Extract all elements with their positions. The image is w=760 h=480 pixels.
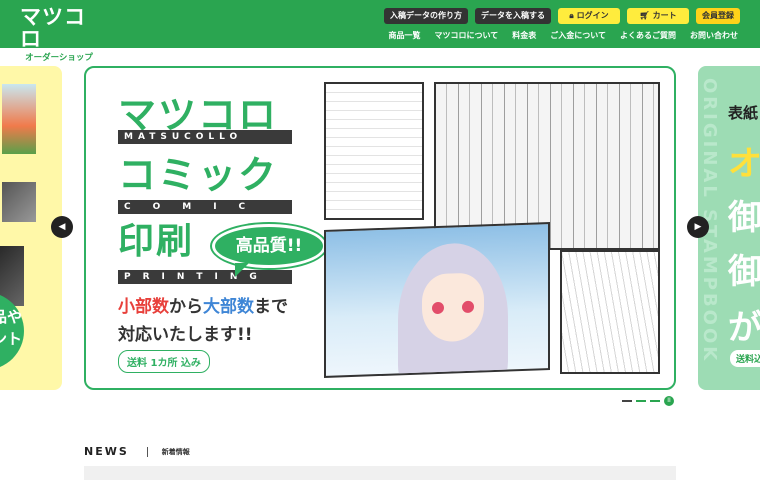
next-slide-text: 表紙 [728, 104, 759, 122]
news-subtitle: 新着情報 [161, 447, 190, 456]
shipping-included-tag: 送料 1カ所 込み [118, 350, 210, 373]
small-lot-text: 小部数 [118, 297, 169, 317]
manga-panel-building [324, 82, 424, 220]
data-guide-label: 入稿データの作り方 [390, 11, 462, 20]
next-slide-text: オ [728, 144, 760, 184]
slider-next-button[interactable]: ▶ [687, 216, 709, 238]
main-nav: 商品一覧 マツコロについて 料金表 ご入金について よくあるご質問 お問い合わせ [388, 30, 738, 41]
register-button[interactable]: 会員登録 [696, 8, 740, 24]
chevron-right-icon: ▶ [694, 222, 702, 232]
next-slide-text: が [728, 308, 760, 348]
data-guide-button[interactable]: 入稿データの作り方 [384, 8, 468, 24]
chevron-left-icon: ◀ [58, 222, 66, 232]
login-button[interactable]: 🔒︎ ログイン [558, 8, 620, 24]
upload-data-button[interactable]: データを入稿する [475, 8, 551, 24]
catch-copy-2: 対応いたします!! [118, 325, 253, 345]
manga-panel-girl [324, 222, 550, 378]
pager-dot[interactable] [636, 400, 646, 402]
news-header: NEWS 新着情報 [84, 445, 190, 458]
catch-text: から [169, 297, 203, 317]
cart-label: カート [652, 11, 677, 20]
slide-headline-2: コミック [118, 153, 279, 197]
manga-panel-forest [560, 250, 660, 374]
next-slide-text: 御 [728, 198, 760, 238]
cart-button[interactable]: 🛒︎ カート [627, 8, 689, 24]
site-header: マツコロ オーダーショップ 入稿データの作り方 データを入稿する 🔒︎ ログイン … [0, 0, 760, 64]
next-slide-tag: 送料込 [730, 350, 760, 367]
lock-icon: 🔒︎ [569, 11, 574, 20]
slide-headline-3: 印刷 [118, 221, 195, 262]
pause-icon[interactable]: II [664, 396, 674, 406]
slide-photo [2, 84, 36, 154]
catch-copy-1: 小部数から大部数まで [118, 292, 288, 317]
slide-bar-matsucollo: MATSUCOLLO [118, 130, 292, 144]
large-lot-text: 大部数 [203, 297, 254, 317]
bar-text: MATSUCOLLO [124, 132, 243, 142]
nav-payment[interactable]: ご入金について [550, 30, 606, 41]
nav-about[interactable]: マツコロについて [434, 30, 498, 41]
nav-pricing[interactable]: 料金表 [512, 30, 536, 41]
login-label: ログイン [576, 11, 609, 20]
slider-pagination: II [622, 396, 674, 406]
news-list [84, 466, 676, 480]
slide-photo [2, 182, 36, 222]
logo-title: マツコロ [20, 5, 86, 51]
news-title: NEWS [84, 445, 129, 458]
register-label: 会員登録 [702, 11, 734, 20]
upload-data-label: データを入稿する [481, 11, 545, 20]
nav-faq[interactable]: よくあるご質問 [620, 30, 676, 41]
nav-contact[interactable]: お問い合わせ [690, 30, 738, 41]
logo-subtitle: オーダーショップ [20, 52, 98, 64]
slider-prev-button[interactable]: ◀ [51, 216, 73, 238]
next-slide-text: 御 [728, 252, 760, 292]
cart-icon: 🛒︎ [639, 11, 650, 20]
catch-text: まで [254, 297, 288, 317]
pager-dot[interactable] [622, 400, 632, 402]
site-logo[interactable]: マツコロ オーダーショップ [20, 6, 104, 64]
main-slide-comic-printing[interactable]: マツコロ MATSUCOLLO コミック COMIC 印刷 PRINTING 高… [84, 66, 676, 390]
divider [146, 446, 148, 457]
pager-dot[interactable] [650, 400, 660, 402]
slide-bar-printing: PRINTING [118, 270, 292, 284]
high-quality-badge: 高品質!! [212, 224, 326, 277]
top-buttons: 入稿データの作り方 データを入稿する 🔒︎ ログイン 🛒︎ カート 会員登録 [384, 8, 740, 24]
nav-products[interactable]: 商品一覧 [388, 30, 420, 41]
